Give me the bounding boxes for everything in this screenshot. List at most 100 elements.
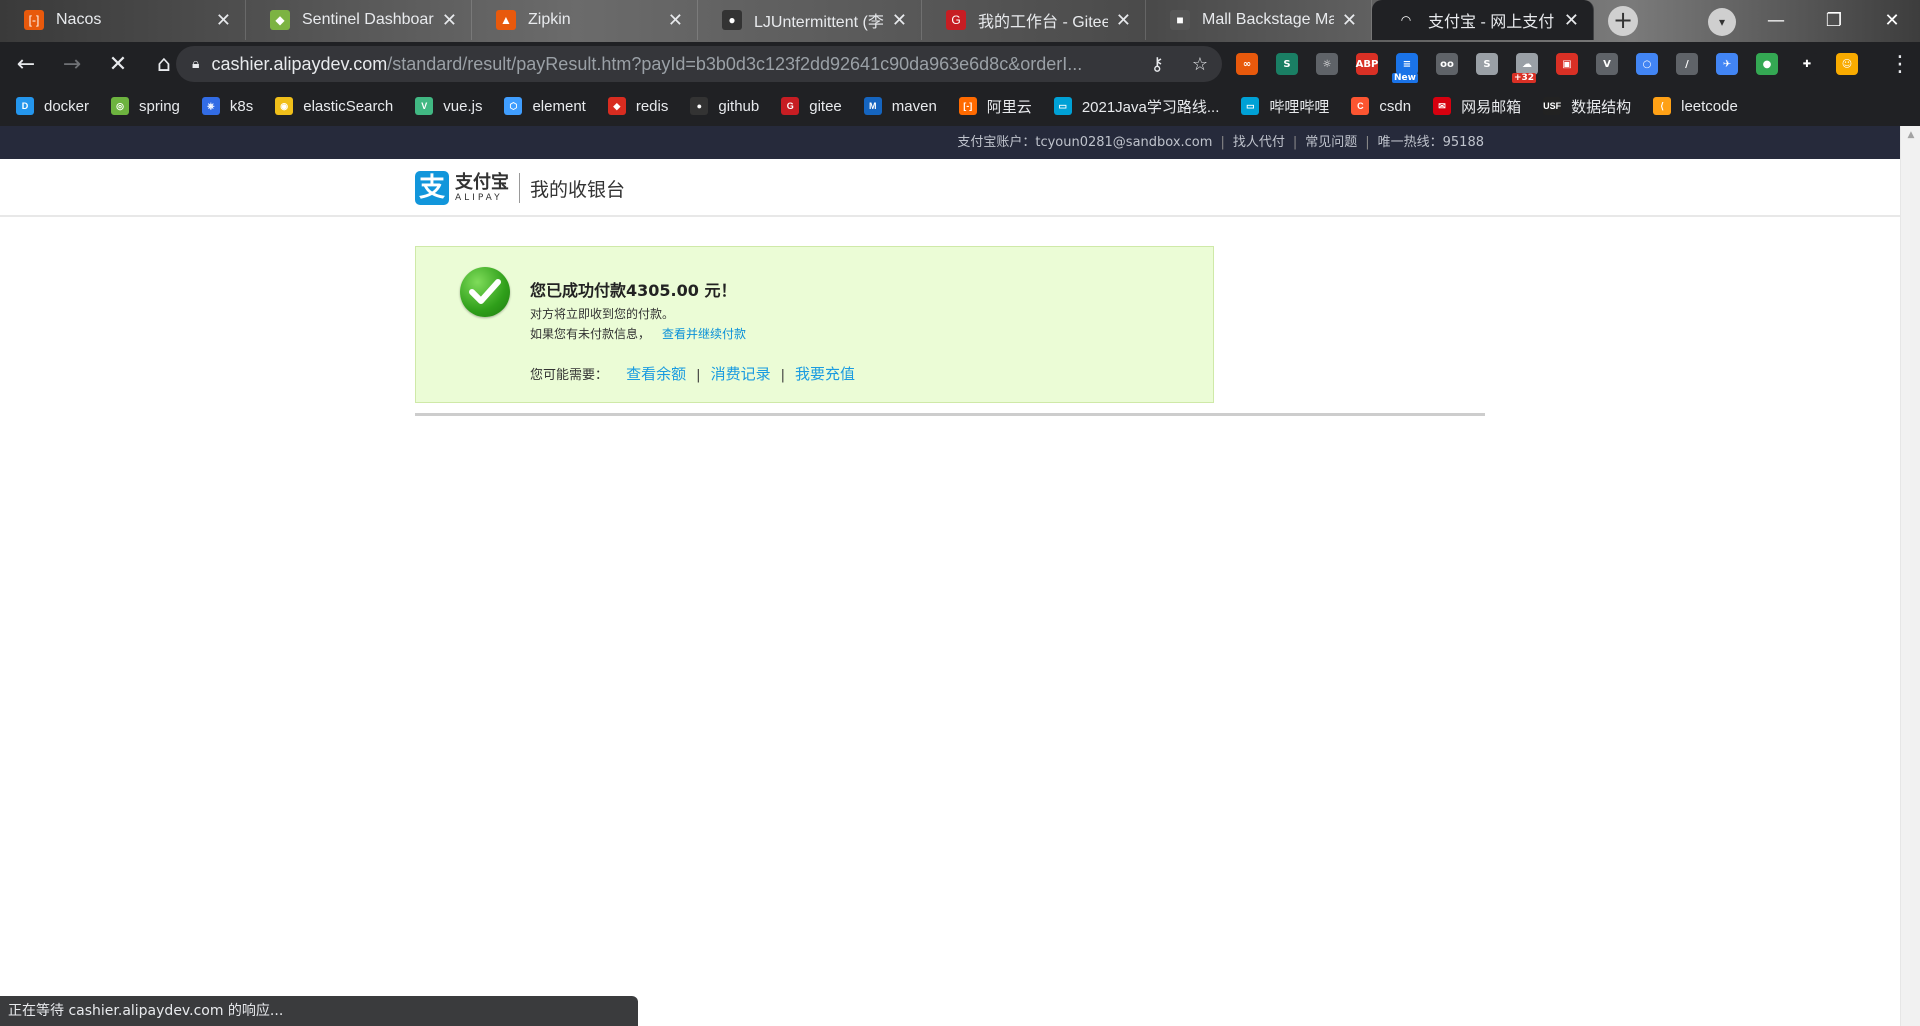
bookmark-11[interactable]: ▭ 2021Java学习路线... bbox=[1053, 96, 1219, 117]
bookmark-star-icon[interactable]: ☆ bbox=[1192, 54, 1208, 75]
tab-close-icon[interactable]: ✕ bbox=[892, 10, 907, 31]
url-text[interactable]: cashier.alipaydev.com/standard/result/pa… bbox=[211, 54, 1136, 75]
stop-loading-icon[interactable]: ✕ bbox=[98, 44, 138, 84]
bookmark-label: 阿里云 bbox=[986, 98, 1032, 116]
extension-badge: New bbox=[1392, 73, 1418, 83]
menu-kebab-icon[interactable]: ⋮ bbox=[1880, 44, 1920, 84]
adblock-plus-icon[interactable]: ABP bbox=[1356, 53, 1378, 75]
restore-icon[interactable]: ❐ bbox=[1814, 6, 1854, 36]
tab-close-icon[interactable]: ✕ bbox=[1342, 10, 1357, 31]
bookmark-14[interactable]: ✉ 网易邮箱 bbox=[1433, 96, 1521, 117]
consumption-record-link[interactable]: 消费记录 bbox=[711, 365, 771, 383]
bookmark-favicon-icon: ◉ bbox=[275, 97, 294, 115]
page-scrollbar[interactable]: ▲ bbox=[1900, 126, 1920, 1026]
continue-pay-link[interactable]: 查看并继续付款 bbox=[662, 327, 746, 341]
weather-ext-icon[interactable]: ☁ +32 bbox=[1512, 53, 1538, 83]
bookmark-15[interactable]: USF 数据结构 bbox=[1543, 96, 1631, 117]
infinity-ext-icon[interactable]: ∞ bbox=[1236, 53, 1258, 75]
bookmark-label: maven bbox=[891, 97, 937, 115]
hotline-text: 唯一热线：95188 bbox=[1377, 135, 1484, 150]
tab-1[interactable]: ◆ Sentinel Dashboard ✕ bbox=[246, 0, 472, 40]
green-dot-ext-icon[interactable]: ● bbox=[1756, 53, 1778, 75]
recharge-link[interactable]: 我要充值 bbox=[795, 365, 855, 383]
dropper-ext-icon[interactable]: / bbox=[1676, 53, 1698, 75]
find-pay-link[interactable]: 找人代付 bbox=[1233, 135, 1285, 150]
bird-ext-icon[interactable]: ✈ bbox=[1716, 53, 1738, 75]
tab-close-icon[interactable]: ✕ bbox=[216, 10, 231, 31]
profile-avatar-icon[interactable]: ☺ bbox=[1836, 53, 1858, 75]
bookmark-label: element bbox=[532, 97, 586, 115]
tab-favicon-icon: G bbox=[946, 10, 966, 30]
bookmark-0[interactable]: Ddocker bbox=[16, 97, 89, 115]
bookmark-favicon-icon: ● bbox=[690, 97, 709, 115]
bookmark-12[interactable]: ▭ 哔哩哔哩 bbox=[1241, 96, 1329, 117]
page-title: 我的收银台 bbox=[530, 178, 626, 201]
close-window-icon[interactable]: ✕ bbox=[1872, 6, 1912, 36]
bookmark-favicon-icon: ⎈ bbox=[201, 97, 220, 115]
bookmark-4[interactable]: Vvue.js bbox=[415, 97, 482, 115]
bookmark-favicon-icon: ▭ bbox=[1053, 97, 1072, 115]
bookmark-1[interactable]: ◎ spring bbox=[111, 97, 180, 115]
bookmark-favicon-icon: ◆ bbox=[607, 97, 626, 115]
alipay-logo[interactable]: 支 支付宝 ALIPAY 我的收银台 bbox=[415, 171, 625, 205]
tab-6[interactable]: ◠ 支付宝 - 网上支付 安 ✕ bbox=[1372, 0, 1594, 40]
alipay-topbar: 支付宝账户：tcyoun0281@sandbox.com | 找人代付 | 常见问题 | 唯… bbox=[0, 126, 1900, 159]
bookmark-8[interactable]: Ggitee bbox=[781, 97, 842, 115]
tab-0[interactable]: [-] Nacos ✕ bbox=[0, 0, 246, 40]
extension-badge: +32 bbox=[1512, 73, 1537, 83]
glasses-ext-icon[interactable]: oo bbox=[1436, 53, 1458, 75]
tab-5[interactable]: ■ Mall Backstage Ma ✕ bbox=[1146, 0, 1372, 40]
faq-link[interactable]: 常见问题 bbox=[1305, 135, 1357, 150]
bookmark-6[interactable]: ◆ redis bbox=[607, 97, 668, 115]
tab-search-icon[interactable]: ▾ bbox=[1708, 8, 1736, 36]
address-bar[interactable]: 🔒︎ cashier.alipaydev.com/standard/result… bbox=[176, 46, 1222, 82]
browser-chrome: [-] Nacos ✕ ◆ Sentinel Dashboard ✕ ▲ Zipkin ✕ ● LJ… bbox=[0, 0, 1920, 126]
bookmark-favicon-icon: ◎ bbox=[111, 97, 130, 115]
key-icon[interactable]: ⚷ bbox=[1151, 54, 1164, 75]
bookmark-label: elasticSearch bbox=[303, 97, 394, 115]
tab-favicon-icon: ▲ bbox=[496, 10, 516, 30]
payment-success-box: 您已成功付款4305.00 元！ 对方将立即收到您的付款。 如果您有未付款信息，… bbox=[415, 246, 1214, 403]
unpaid-notice: 如果您有未付款信息， bbox=[530, 327, 651, 341]
bookmark-5[interactable]: ⬡ element bbox=[504, 97, 586, 115]
new-tab-button[interactable]: + bbox=[1608, 6, 1638, 36]
tab-4[interactable]: G 我的工作台 - Gitee.co ✕ bbox=[922, 0, 1146, 40]
status-bubble: 正在等待 cashier.alipaydev.com 的响应... bbox=[0, 996, 638, 1026]
bookmark-13[interactable]: Ccsdn bbox=[1351, 97, 1411, 115]
tab-close-icon[interactable]: ✕ bbox=[442, 10, 457, 31]
vue-devtools-icon[interactable]: V bbox=[1596, 53, 1618, 75]
bookmark-favicon-icon: G bbox=[781, 97, 800, 115]
tab-close-icon[interactable]: ✕ bbox=[1564, 10, 1579, 31]
lock-icon[interactable]: 🔒︎ bbox=[192, 56, 199, 72]
bookmark-3[interactable]: ◉ elasticSearch bbox=[275, 97, 393, 115]
bookmark-7[interactable]: ● github bbox=[690, 97, 759, 115]
tab-title: Nacos bbox=[56, 11, 102, 28]
circle-ext-icon[interactable]: ○ bbox=[1636, 53, 1658, 75]
bookmark-9[interactable]: Mmaven bbox=[863, 97, 937, 115]
view-balance-link[interactable]: 查看余额 bbox=[626, 365, 686, 383]
tab-close-icon[interactable]: ✕ bbox=[668, 10, 683, 31]
tab-title: LJUntermittent (李佳 bbox=[754, 14, 884, 31]
s-ext-icon[interactable]: S bbox=[1276, 53, 1298, 75]
content-divider bbox=[415, 413, 1485, 416]
bookmark-label: docker bbox=[44, 97, 90, 115]
brand-en: ALIPAY bbox=[455, 193, 503, 203]
bookmark-favicon-icon: ✉ bbox=[1433, 97, 1452, 115]
tab-3[interactable]: ● LJUntermittent (李佳 ✕ bbox=[698, 0, 922, 40]
rec-ext-icon[interactable]: ▣ bbox=[1556, 53, 1578, 75]
bookmark-16[interactable]: ⟨ leetcode bbox=[1653, 97, 1738, 115]
s-grey-ext-icon[interactable]: S bbox=[1476, 53, 1498, 75]
puzzle-ext-icon[interactable]: ✚ bbox=[1796, 53, 1818, 75]
scroll-up-icon[interactable]: ▲ bbox=[1901, 126, 1920, 144]
minimize-icon[interactable]: — bbox=[1756, 6, 1796, 36]
back-icon[interactable]: ← bbox=[6, 44, 46, 84]
new-ext-icon[interactable]: ≡ New bbox=[1392, 53, 1418, 83]
bookmark-favicon-icon: C bbox=[1351, 97, 1370, 115]
tab-2[interactable]: ▲ Zipkin ✕ bbox=[472, 0, 698, 40]
tab-close-icon[interactable]: ✕ bbox=[1116, 10, 1131, 31]
bookmark-2[interactable]: ⎈ k8s bbox=[201, 97, 253, 115]
success-message: 您已成功付款4305.00 元！ bbox=[530, 281, 737, 300]
bulb-ext-icon[interactable]: ☼ bbox=[1316, 53, 1338, 75]
forward-icon[interactable]: → bbox=[52, 44, 92, 84]
bookmark-10[interactable]: [-] 阿里云 bbox=[958, 96, 1032, 117]
